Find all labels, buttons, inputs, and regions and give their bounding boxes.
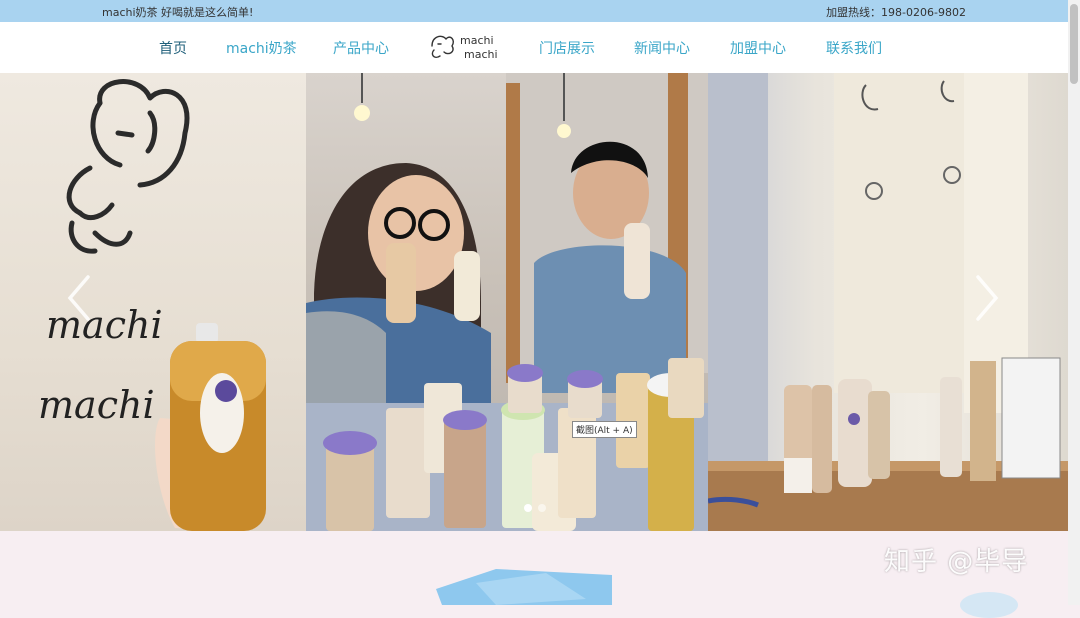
franchise-hotline: 加盟热线：198-0206-9802 xyxy=(826,6,966,19)
scrollbar-thumb[interactable] xyxy=(1070,4,1078,84)
carousel-dot-2[interactable] xyxy=(538,504,546,512)
store-counter-illustration xyxy=(707,73,1068,531)
page-scrollbar[interactable] xyxy=(1068,0,1080,605)
nav-item-products[interactable]: 产品中心 xyxy=(333,38,389,58)
nav-item-news[interactable]: 新闻中心 xyxy=(634,38,690,58)
customers-photo-illustration xyxy=(306,73,708,531)
logo-word-2: machi xyxy=(464,48,498,61)
nav-item-home[interactable]: 首页 xyxy=(159,38,187,58)
slide-image-wall-art: machi machi xyxy=(0,73,306,531)
zhihu-watermark: 知乎 @毕导 xyxy=(884,547,1029,577)
carousel-dot-1[interactable] xyxy=(524,504,532,512)
carousel-prev-arrow-icon[interactable] xyxy=(64,273,94,323)
slide-image-customers xyxy=(306,73,708,531)
nav-item-machi-tea[interactable]: machi奶茶 xyxy=(226,38,297,58)
top-info-bar: machi奶茶 好喝就是这么简单! 加盟热线：198-0206-9802 xyxy=(0,0,1068,22)
decorative-circle xyxy=(960,592,1018,618)
slide-image-store-counter xyxy=(707,73,1068,531)
main-navigation: 首页 machi奶茶 产品中心 machi machi 门店展示 新闻中心 加盟… xyxy=(0,22,1068,73)
brand-logo[interactable]: machi machi xyxy=(428,30,504,64)
logo-word-1: machi xyxy=(460,34,494,47)
nav-item-stores[interactable]: 门店展示 xyxy=(539,38,595,58)
screenshot-tooltip: 截图(Alt + A) xyxy=(572,421,637,438)
nav-item-contact[interactable]: 联系我们 xyxy=(826,38,882,58)
nav-item-franchise[interactable]: 加盟中心 xyxy=(730,38,786,58)
carousel-indicators xyxy=(524,504,546,512)
wall-art-illustration: machi machi xyxy=(38,79,266,531)
carousel-next-arrow-icon[interactable] xyxy=(972,273,1002,323)
hero-carousel[interactable]: machi machi xyxy=(0,73,1068,531)
decorative-blue-shape xyxy=(436,569,612,605)
site-slogan: machi奶茶 好喝就是这么简单! xyxy=(102,6,254,19)
wall-text-2: machi xyxy=(38,383,155,427)
